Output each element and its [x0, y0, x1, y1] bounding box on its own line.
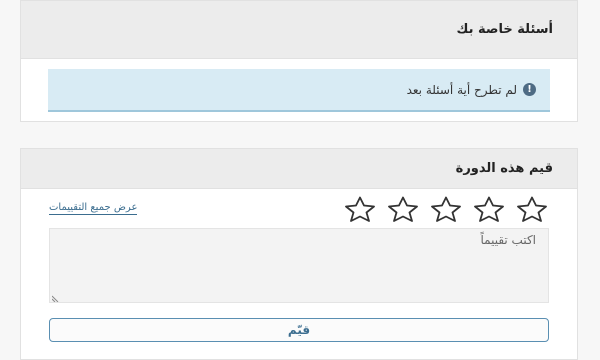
star-icon[interactable] — [429, 196, 463, 222]
exclamation-circle-icon: ! — [523, 83, 536, 96]
star-icon[interactable] — [343, 196, 377, 222]
questions-panel: أسئلة خاصة بك لم تطرح أية أسئلة بعد ! — [20, 0, 578, 122]
questions-panel-title: أسئلة خاصة بك — [456, 22, 553, 37]
questions-panel-header: أسئلة خاصة بك — [21, 1, 577, 59]
rate-button[interactable]: قيّم — [49, 318, 549, 342]
resize-handle-icon[interactable] — [52, 292, 62, 302]
review-textarea[interactable] — [49, 228, 549, 303]
rating-panel-header: قيم هذه الدورة — [21, 149, 577, 189]
star-rating[interactable] — [343, 196, 549, 222]
star-icon[interactable] — [472, 196, 506, 222]
view-all-ratings-link[interactable]: عرض جميع التقييمات — [49, 202, 138, 215]
star-icon[interactable] — [386, 196, 420, 222]
rating-panel-title: قيم هذه الدورة — [455, 161, 553, 176]
no-questions-notice: لم تطرح أية أسئلة بعد ! — [48, 69, 550, 112]
rating-panel: قيم هذه الدورة عرض جميع التقييمات اكتب ت… — [20, 148, 578, 360]
notice-text: لم تطرح أية أسئلة بعد — [406, 82, 517, 97]
page: أسئلة خاصة بك لم تطرح أية أسئلة بعد ! قي… — [0, 0, 600, 360]
star-icon[interactable] — [515, 196, 549, 222]
